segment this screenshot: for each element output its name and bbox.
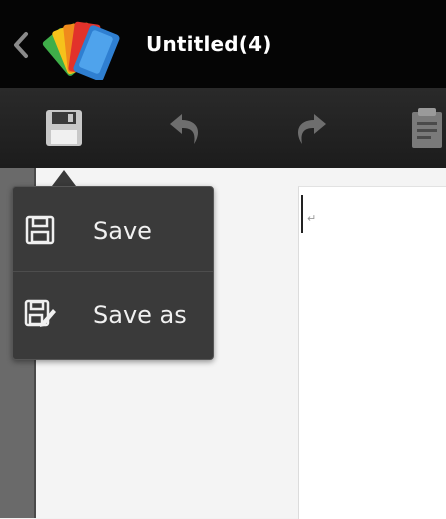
menu-item-label: Save [93, 217, 152, 245]
menu-divider [13, 271, 213, 272]
menu-item-save-as[interactable]: Save as [13, 273, 213, 357]
toolbar [0, 88, 446, 169]
menu-item-label: Save as [93, 301, 187, 329]
redo-icon [298, 114, 326, 144]
chevron-left-icon[interactable] [10, 30, 32, 60]
save-menu: Save Save as [12, 186, 214, 360]
menu-pointer [52, 170, 76, 186]
paragraph-mark: ↵ [307, 212, 317, 225]
undo-button[interactable] [160, 102, 212, 154]
redo-button[interactable] [284, 102, 336, 154]
app-logo-icon[interactable] [40, 14, 124, 82]
undo-icon [170, 114, 198, 144]
save-as-icon [24, 299, 56, 327]
text-cursor [301, 195, 303, 233]
save-icon [25, 215, 55, 245]
clipboard-icon [412, 108, 442, 148]
document-title: Untitled(4) [146, 32, 272, 56]
menu-item-save[interactable]: Save [13, 189, 213, 273]
title-bar: Untitled(4) [0, 0, 446, 88]
clipboard-button[interactable] [400, 102, 446, 154]
save-button[interactable] [38, 102, 90, 154]
floppy-disk-icon [46, 110, 82, 146]
document-page[interactable]: ↵ [298, 186, 446, 519]
